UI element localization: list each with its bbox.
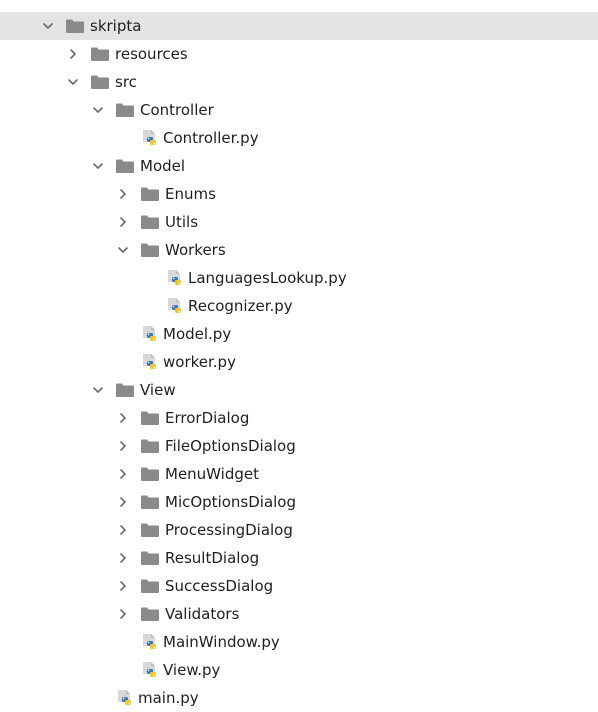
tree-item-label: ErrorDialog — [165, 409, 250, 427]
python-file-icon — [141, 353, 159, 371]
chevron-right-icon[interactable] — [115, 606, 131, 622]
tree-item-recognizer-py[interactable]: Recognizer.py — [0, 292, 598, 320]
folder-icon — [141, 439, 159, 453]
chevron-down-icon[interactable] — [90, 382, 106, 398]
chevron-right-icon[interactable] — [115, 466, 131, 482]
tree-item-label: Model.py — [163, 325, 232, 343]
tree-item-fileoptionsdialog[interactable]: FileOptionsDialog — [0, 432, 598, 460]
chevron-right-icon[interactable] — [115, 550, 131, 566]
tree-item-label: Enums — [165, 185, 216, 203]
tree-item-src[interactable]: src — [0, 68, 598, 96]
tree-item-model[interactable]: Model — [0, 152, 598, 180]
chevron-right-icon[interactable] — [115, 578, 131, 594]
python-file-icon — [116, 689, 134, 707]
folder-icon — [116, 103, 134, 117]
tree-item-main-py[interactable]: main.py — [0, 684, 598, 712]
tree-item-view-py[interactable]: View.py — [0, 656, 598, 684]
folder-icon — [116, 159, 134, 173]
tree-item-micoptionsdialog[interactable]: MicOptionsDialog — [0, 488, 598, 516]
tree-item-validators[interactable]: Validators — [0, 600, 598, 628]
python-file-icon — [166, 297, 184, 315]
tree-item-enums[interactable]: Enums — [0, 180, 598, 208]
tree-item-successdialog[interactable]: SuccessDialog — [0, 572, 598, 600]
folder-icon — [91, 75, 109, 89]
python-file-icon — [141, 661, 159, 679]
chevron-right-icon[interactable] — [115, 438, 131, 454]
folder-icon — [141, 495, 159, 509]
tree-item-label: Utils — [165, 213, 199, 231]
python-file-icon — [141, 633, 159, 651]
tree-item-menuwidget[interactable]: MenuWidget — [0, 460, 598, 488]
tree-item-label: View.py — [163, 661, 221, 679]
folder-icon — [91, 47, 109, 61]
tree-item-label: Controller.py — [163, 129, 259, 147]
tree-item-controller[interactable]: Controller — [0, 96, 598, 124]
tree-item-label: main.py — [138, 689, 199, 707]
python-file-icon — [141, 129, 159, 147]
tree-item-label: MenuWidget — [165, 465, 260, 483]
tree-item-mainwindow-py[interactable]: MainWindow.py — [0, 628, 598, 656]
tree-item-label: View — [140, 381, 176, 399]
tree-item-label: LanguagesLookup.py — [188, 269, 347, 287]
folder-icon — [66, 19, 84, 33]
tree-item-label: skripta — [90, 17, 142, 35]
tree-item-label: Controller — [140, 101, 214, 119]
folder-icon — [141, 243, 159, 257]
tree-item-label: Recognizer.py — [188, 297, 293, 315]
chevron-down-icon[interactable] — [90, 102, 106, 118]
tree-item-label: worker.py — [163, 353, 236, 371]
folder-icon — [141, 411, 159, 425]
python-file-icon — [166, 269, 184, 287]
tree-item-label: ResultDialog — [165, 549, 260, 567]
chevron-right-icon[interactable] — [115, 410, 131, 426]
folder-icon — [116, 383, 134, 397]
chevron-down-icon[interactable] — [40, 18, 56, 34]
tree-item-label: src — [115, 73, 137, 91]
folder-icon — [141, 215, 159, 229]
tree-item-view[interactable]: View — [0, 376, 598, 404]
tree-item-languageslookup-py[interactable]: LanguagesLookup.py — [0, 264, 598, 292]
tree-item-label: resources — [115, 45, 188, 63]
chevron-right-icon[interactable] — [65, 46, 81, 62]
tree-item-resources[interactable]: resources — [0, 40, 598, 68]
project-tree: skripta resources src Controller Controller.… — [0, 0, 598, 709]
tree-item-label: Workers — [165, 241, 226, 259]
chevron-right-icon[interactable] — [115, 214, 131, 230]
folder-icon — [141, 523, 159, 537]
tree-item-label: Validators — [165, 605, 240, 623]
tree-item-label: SuccessDialog — [165, 577, 274, 595]
tree-item-errordialog[interactable]: ErrorDialog — [0, 404, 598, 432]
tree-item-label: MicOptionsDialog — [165, 493, 297, 511]
tree-item-worker-py[interactable]: worker.py — [0, 348, 598, 376]
tree-item-skripta[interactable]: skripta — [0, 12, 598, 40]
folder-icon — [141, 551, 159, 565]
folder-icon — [141, 607, 159, 621]
chevron-right-icon[interactable] — [115, 494, 131, 510]
chevron-down-icon[interactable] — [65, 74, 81, 90]
folder-icon — [141, 579, 159, 593]
python-file-icon — [141, 325, 159, 343]
tree-item-label: Model — [140, 157, 186, 175]
tree-item-processingdialog[interactable]: ProcessingDialog — [0, 516, 598, 544]
tree-item-label: MainWindow.py — [163, 633, 280, 651]
folder-icon — [141, 467, 159, 481]
tree-item-utils[interactable]: Utils — [0, 208, 598, 236]
chevron-down-icon[interactable] — [115, 242, 131, 258]
chevron-right-icon[interactable] — [115, 186, 131, 202]
folder-icon — [141, 187, 159, 201]
tree-item-model-py[interactable]: Model.py — [0, 320, 598, 348]
chevron-right-icon[interactable] — [115, 522, 131, 538]
chevron-down-icon[interactable] — [90, 158, 106, 174]
tree-item-resultdialog[interactable]: ResultDialog — [0, 544, 598, 572]
tree-item-workers[interactable]: Workers — [0, 236, 598, 264]
tree-item-label: ProcessingDialog — [165, 521, 293, 539]
tree-item-label: FileOptionsDialog — [165, 437, 296, 455]
tree-item-controller-py[interactable]: Controller.py — [0, 124, 598, 152]
